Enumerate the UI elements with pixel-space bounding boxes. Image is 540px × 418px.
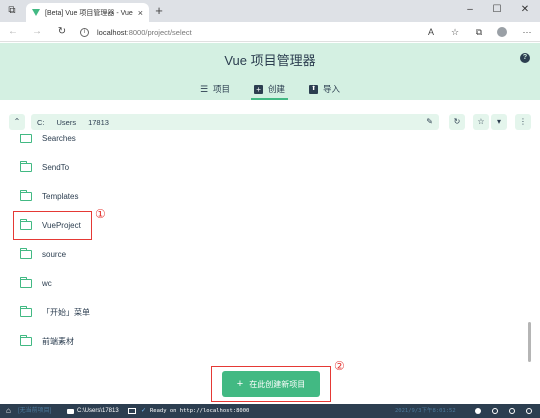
info-icon[interactable]: [526, 408, 532, 414]
console-icon[interactable]: [128, 408, 136, 414]
import-icon: ⬆: [309, 84, 319, 94]
maximize-icon[interactable]: ☐: [488, 3, 506, 17]
folder-icon: [19, 134, 32, 143]
folder-icon: [19, 189, 32, 201]
tab-import-label: 导入: [323, 84, 341, 94]
list-item[interactable]: Templates: [0, 182, 520, 211]
annotation-one: ①: [95, 207, 106, 221]
folder-label: Searches: [42, 134, 76, 143]
no-project-label[interactable]: [无当前项目]: [18, 404, 51, 418]
breadcrumb-item-drive[interactable]: C:: [37, 118, 45, 127]
minimize-icon[interactable]: –: [461, 3, 479, 17]
reload-icon[interactable]: ↻: [55, 25, 69, 39]
close-window-icon[interactable]: ✕: [516, 3, 534, 17]
breadcrumb-item-users[interactable]: Users: [57, 118, 77, 127]
path-toolbar: ⌃ C: Users 17813 ✎ ↻ ☆ ▾ ⋮: [0, 111, 540, 133]
back-icon[interactable]: ←: [6, 25, 20, 39]
breadcrumb[interactable]: C: Users 17813 ✎: [31, 114, 439, 130]
server-status: Ready on http://localhost:8000: [150, 408, 250, 414]
browser-tab-bar: ⧉ [Beta] Vue 项目管理器 - Vue CLI × + – ☐ ✕: [0, 0, 540, 22]
list-item[interactable]: source: [0, 240, 520, 269]
new-tab-button[interactable]: +: [152, 4, 166, 18]
cwd-path[interactable]: C:\Users\17813: [77, 404, 119, 418]
site-info-icon[interactable]: i: [80, 27, 89, 37]
main-tabs: ☰ 项目 + 创建 ⬆ 导入: [0, 78, 540, 100]
language-icon[interactable]: [492, 408, 498, 414]
tab-create-label: 创建: [268, 84, 286, 94]
folder-icon: [19, 334, 32, 346]
url-field[interactable]: i localhost:8000/project/select: [80, 25, 442, 39]
folder-up-button[interactable]: ⌃: [9, 114, 25, 130]
list-icon: ☰: [199, 83, 209, 94]
vueproject-highlight: [13, 211, 92, 240]
favorites-icon[interactable]: ☆: [448, 25, 462, 39]
plus-icon: +: [236, 377, 244, 390]
list-item[interactable]: 「开始」菜单: [0, 298, 520, 327]
browser-tab[interactable]: [Beta] Vue 项目管理器 - Vue CLI ×: [26, 3, 149, 22]
window-menu-icon[interactable]: ⧉: [6, 5, 18, 17]
plus-square-icon: +: [254, 84, 264, 94]
check-icon: ✓: [141, 408, 147, 414]
folder-label: wc: [42, 279, 52, 288]
help-icon[interactable]: ?: [520, 53, 530, 63]
theme-icon[interactable]: [475, 408, 481, 414]
tab-projects-label: 项目: [213, 84, 231, 94]
browser-tab-title: [Beta] Vue 项目管理器 - Vue CLI: [45, 9, 134, 17]
more-options-button[interactable]: ⋮: [515, 114, 531, 130]
browser-menu-icon[interactable]: ···: [520, 25, 534, 39]
url-path: :8000/project/select: [126, 27, 192, 37]
favorite-folder-button[interactable]: ☆: [473, 114, 489, 130]
list-item[interactable]: wc: [0, 269, 520, 298]
tab-create[interactable]: + 创建: [251, 78, 289, 100]
close-tab-icon[interactable]: ×: [138, 8, 143, 18]
folder-icon: [19, 276, 32, 288]
tab-import[interactable]: ⬆ 导入: [306, 78, 343, 100]
notifications-icon[interactable]: [509, 408, 515, 414]
folder-label: 「开始」菜单: [42, 308, 90, 317]
folder-list: Searches SendTo Templates VueProject sou…: [0, 134, 540, 366]
app-header: Vue 项目管理器 ? ☰ 项目 + 创建 ⬆ 导入: [0, 43, 540, 100]
folder-icon: [19, 305, 32, 317]
list-item[interactable]: 前端素材: [0, 327, 520, 356]
favorites-dropdown-button[interactable]: ▾: [491, 114, 507, 130]
address-bar: ← → ↻ i localhost:8000/project/select A …: [0, 22, 540, 42]
url-host: localhost: [97, 27, 127, 37]
refresh-button[interactable]: ↻: [449, 114, 465, 130]
vue-favicon-icon: [32, 9, 40, 16]
edit-path-icon[interactable]: ✎: [426, 114, 433, 130]
list-item[interactable]: SendTo: [0, 153, 520, 182]
folder-icon: [67, 409, 74, 414]
status-bar: ⌂ [无当前项目] C:\Users\17813 ✓ Ready on http…: [0, 404, 540, 418]
create-project-button[interactable]: + 在此创建新项目: [222, 371, 320, 397]
folder-icon: [19, 247, 32, 259]
home-icon[interactable]: ⌂: [6, 404, 11, 418]
profile-avatar[interactable]: [497, 27, 507, 37]
list-scrollbar[interactable]: [528, 322, 531, 362]
read-aloud-icon[interactable]: A: [424, 25, 438, 39]
folder-icon: [19, 160, 32, 172]
datetime: 2021/9/3下午8:01:52: [395, 408, 456, 414]
page-title: Vue 项目管理器: [224, 53, 316, 68]
folder-label: SendTo: [42, 163, 70, 172]
list-item[interactable]: Searches: [0, 134, 520, 153]
folder-label: 前端素材: [42, 337, 74, 346]
collections-icon[interactable]: ⧉: [472, 25, 486, 39]
tab-projects[interactable]: ☰ 项目: [197, 78, 233, 100]
folder-label: Templates: [42, 192, 79, 201]
forward-icon[interactable]: →: [30, 25, 44, 39]
create-project-label: 在此创建新项目: [249, 379, 306, 389]
annotation-two: ②: [334, 359, 345, 373]
breadcrumb-item-user[interactable]: 17813: [88, 118, 109, 127]
folder-label: source: [42, 250, 67, 259]
